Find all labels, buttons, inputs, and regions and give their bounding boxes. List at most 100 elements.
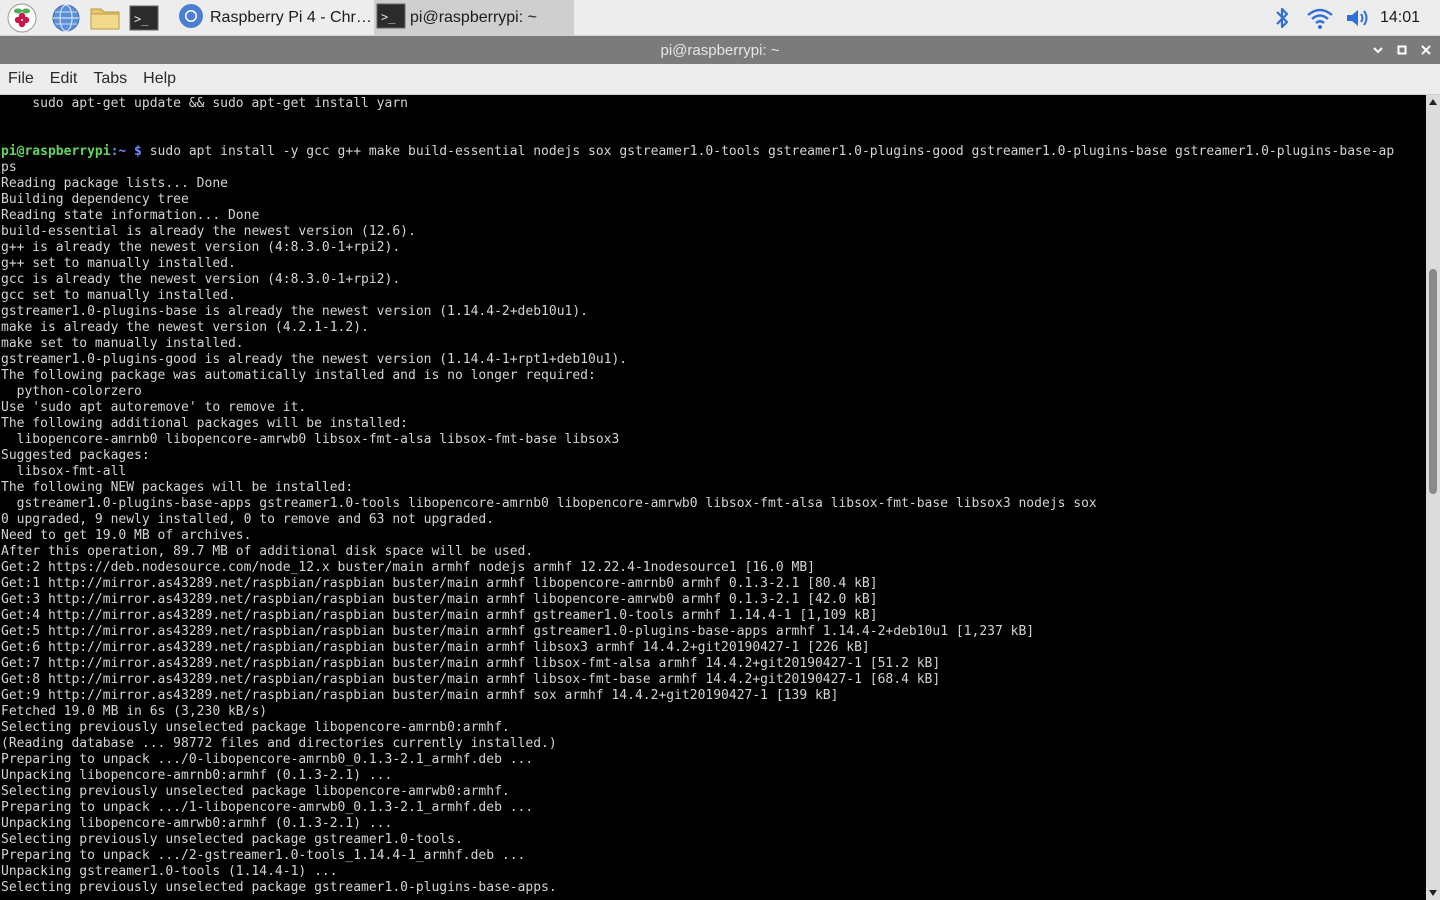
bluetooth-icon[interactable] bbox=[1268, 4, 1296, 32]
terminal-line: Preparing to unpack .../1-libopencore-am… bbox=[1, 800, 1394, 816]
terminal-line: Get:3 http://mirror.as43289.net/raspbian… bbox=[1, 592, 1394, 608]
scroll-up-arrow[interactable] bbox=[1428, 97, 1438, 107]
terminal-line: pi@raspberrypi:~ $ sudo apt install -y g… bbox=[1, 144, 1394, 160]
terminal-line: Unpacking libopencore-amrwb0:armhf (0.1.… bbox=[1, 816, 1394, 832]
terminal-line-text: Preparing to unpack .../2-gstreamer1.0-t… bbox=[1, 848, 526, 863]
terminal-line: Get:4 http://mirror.as43289.net/raspbian… bbox=[1, 608, 1394, 624]
terminal-line-text: gcc is already the newest version (4:8.3… bbox=[1, 272, 401, 287]
terminal-line-text: Selecting previously unselected package … bbox=[1, 832, 463, 847]
terminal-line-text: Preparing to unpack .../1-libopencore-am… bbox=[1, 800, 534, 815]
terminal-line: build-essential is already the newest ve… bbox=[1, 224, 1394, 240]
terminal-scrollbar[interactable] bbox=[1426, 95, 1440, 900]
window-title: pi@raspberrypi: ~ bbox=[660, 41, 780, 59]
menu-tabs[interactable]: Tabs bbox=[85, 64, 135, 95]
terminal-line-text: ps bbox=[1, 160, 17, 175]
terminal-line-text: Unpacking libopencore-amrwb0:armhf (0.1.… bbox=[1, 816, 393, 831]
terminal-line-text: Get:9 http://mirror.as43289.net/raspbian… bbox=[1, 688, 839, 703]
terminal-line-text: make set to manually installed. bbox=[1, 336, 244, 351]
terminal-line-text: Selecting previously unselected package … bbox=[1, 784, 510, 799]
terminal-line: python-colorzero bbox=[1, 384, 1394, 400]
clock[interactable]: 14:01 bbox=[1370, 0, 1430, 36]
terminal-line-text: Suggested packages: bbox=[1, 448, 150, 463]
svg-text:>_: >_ bbox=[381, 10, 396, 24]
terminal-line-text: The following NEW packages will be insta… bbox=[1, 480, 354, 495]
terminal-line-text: Get:1 http://mirror.as43289.net/raspbian… bbox=[1, 576, 878, 591]
terminal-line-text: The following additional packages will b… bbox=[1, 416, 408, 431]
terminal-line-text: Unpacking libopencore-amrnb0:armhf (0.1.… bbox=[1, 768, 393, 783]
terminal-line-text: make is already the newest version (4.2.… bbox=[1, 320, 369, 335]
terminal-line-text: Use 'sudo apt autoremove' to remove it. bbox=[1, 400, 307, 415]
terminal-line: Get:2 https://deb.nodesource.com/node_12… bbox=[1, 560, 1394, 576]
file-manager-icon[interactable] bbox=[89, 2, 121, 34]
maximize-button[interactable] bbox=[1392, 40, 1412, 60]
terminal-line-text: libopencore-amrnb0 libopencore-amrwb0 li… bbox=[1, 432, 620, 447]
close-button[interactable] bbox=[1416, 40, 1436, 60]
terminal-line-text: Get:2 https://deb.nodesource.com/node_12… bbox=[1, 560, 815, 575]
terminal-line-text: Selecting previously unselected package … bbox=[1, 880, 557, 895]
task-label: Raspberry Pi 4 - Chro… bbox=[210, 9, 372, 26]
task-terminal[interactable]: >_ pi@raspberrypi: ~ bbox=[374, 0, 574, 36]
terminal-line-text: Reading state information... Done bbox=[1, 208, 260, 223]
terminal-line-text: After this operation, 89.7 MB of additio… bbox=[1, 544, 534, 559]
terminal-lines: sudo apt-get update && sudo apt-get inst… bbox=[1, 96, 1394, 896]
taskbar: >_ Raspberry Pi 4 - Chro… >_ pi@raspberr… bbox=[0, 0, 1440, 36]
terminal-line: gstreamer1.0-plugins-base-apps gstreamer… bbox=[1, 496, 1394, 512]
terminal-line-text: Reading package lists... Done bbox=[1, 176, 228, 191]
chromium-icon bbox=[178, 3, 204, 34]
terminal-line-text: Need to get 19.0 MB of archives. bbox=[1, 528, 252, 543]
terminal-line-text: Get:7 http://mirror.as43289.net/raspbian… bbox=[1, 656, 941, 671]
wifi-icon[interactable] bbox=[1306, 4, 1334, 32]
terminal-line: gcc set to manually installed. bbox=[1, 288, 1394, 304]
scroll-down-arrow[interactable] bbox=[1428, 888, 1438, 898]
task-chromium[interactable]: Raspberry Pi 4 - Chro… bbox=[172, 0, 372, 36]
terminal-line-text: Get:4 http://mirror.as43289.net/raspbian… bbox=[1, 608, 878, 623]
menu-help[interactable]: Help bbox=[135, 64, 184, 95]
terminal-line: Reading state information... Done bbox=[1, 208, 1394, 224]
terminal-line-text: build-essential is already the newest ve… bbox=[1, 224, 416, 239]
terminal-line: The following package was automatically … bbox=[1, 368, 1394, 384]
terminal-line: Need to get 19.0 MB of archives. bbox=[1, 528, 1394, 544]
terminal-line: Get:9 http://mirror.as43289.net/raspbian… bbox=[1, 688, 1394, 704]
terminal-line: gstreamer1.0-plugins-base is already the… bbox=[1, 304, 1394, 320]
minimize-button[interactable] bbox=[1368, 40, 1388, 60]
terminal-line: Get:6 http://mirror.as43289.net/raspbian… bbox=[1, 640, 1394, 656]
window-titlebar[interactable]: pi@raspberrypi: ~ bbox=[0, 36, 1440, 64]
menu-bar: File Edit Tabs Help bbox=[0, 64, 1440, 95]
terminal-output[interactable]: sudo apt-get update && sudo apt-get inst… bbox=[0, 95, 1426, 900]
terminal-line: Reading package lists... Done bbox=[1, 176, 1394, 192]
volume-icon[interactable] bbox=[1344, 4, 1372, 32]
terminal-line-text: Selecting previously unselected package … bbox=[1, 720, 510, 735]
terminal-line-text: The following package was automatically … bbox=[1, 368, 596, 383]
menu-edit[interactable]: Edit bbox=[42, 64, 86, 95]
terminal-line: sudo apt-get update && sudo apt-get inst… bbox=[1, 96, 1394, 112]
terminal-line: 0 upgraded, 9 newly installed, 0 to remo… bbox=[1, 512, 1394, 528]
terminal-line: make is already the newest version (4.2.… bbox=[1, 320, 1394, 336]
terminal-line-text: sudo apt-get update && sudo apt-get inst… bbox=[1, 96, 408, 111]
raspberry-menu-icon[interactable] bbox=[6, 2, 38, 34]
terminal-line: The following additional packages will b… bbox=[1, 416, 1394, 432]
terminal-line: Unpacking gstreamer1.0-tools (1.14.4-1) … bbox=[1, 864, 1394, 880]
terminal-line-text: Get:3 http://mirror.as43289.net/raspbian… bbox=[1, 592, 878, 607]
prompt-user: pi@raspberrypi bbox=[1, 144, 111, 159]
terminal-line: Get:7 http://mirror.as43289.net/raspbian… bbox=[1, 656, 1394, 672]
terminal-line: Preparing to unpack .../0-libopencore-am… bbox=[1, 752, 1394, 768]
terminal-line: Selecting previously unselected package … bbox=[1, 720, 1394, 736]
terminal-line: ps bbox=[1, 160, 1394, 176]
terminal-line-text: Get:6 http://mirror.as43289.net/raspbian… bbox=[1, 640, 870, 655]
scroll-thumb[interactable] bbox=[1429, 268, 1437, 495]
terminal-line-text: gcc set to manually installed. bbox=[1, 288, 236, 303]
terminal-line: Selecting previously unselected package … bbox=[1, 832, 1394, 848]
terminal-icon[interactable]: >_ bbox=[128, 2, 160, 34]
terminal-line: After this operation, 89.7 MB of additio… bbox=[1, 544, 1394, 560]
terminal-line-text: (Reading database ... 98772 files and di… bbox=[1, 736, 557, 751]
web-browser-icon[interactable] bbox=[50, 2, 82, 34]
close-icon bbox=[1421, 45, 1431, 55]
task-label: pi@raspberrypi: ~ bbox=[410, 9, 537, 26]
terminal-line-text: libsox-fmt-all bbox=[1, 464, 127, 479]
terminal-line: libsox-fmt-all bbox=[1, 464, 1394, 480]
menu-file[interactable]: File bbox=[0, 64, 42, 95]
terminal-line-text: g++ set to manually installed. bbox=[1, 256, 236, 271]
terminal-icon: >_ bbox=[376, 3, 406, 34]
